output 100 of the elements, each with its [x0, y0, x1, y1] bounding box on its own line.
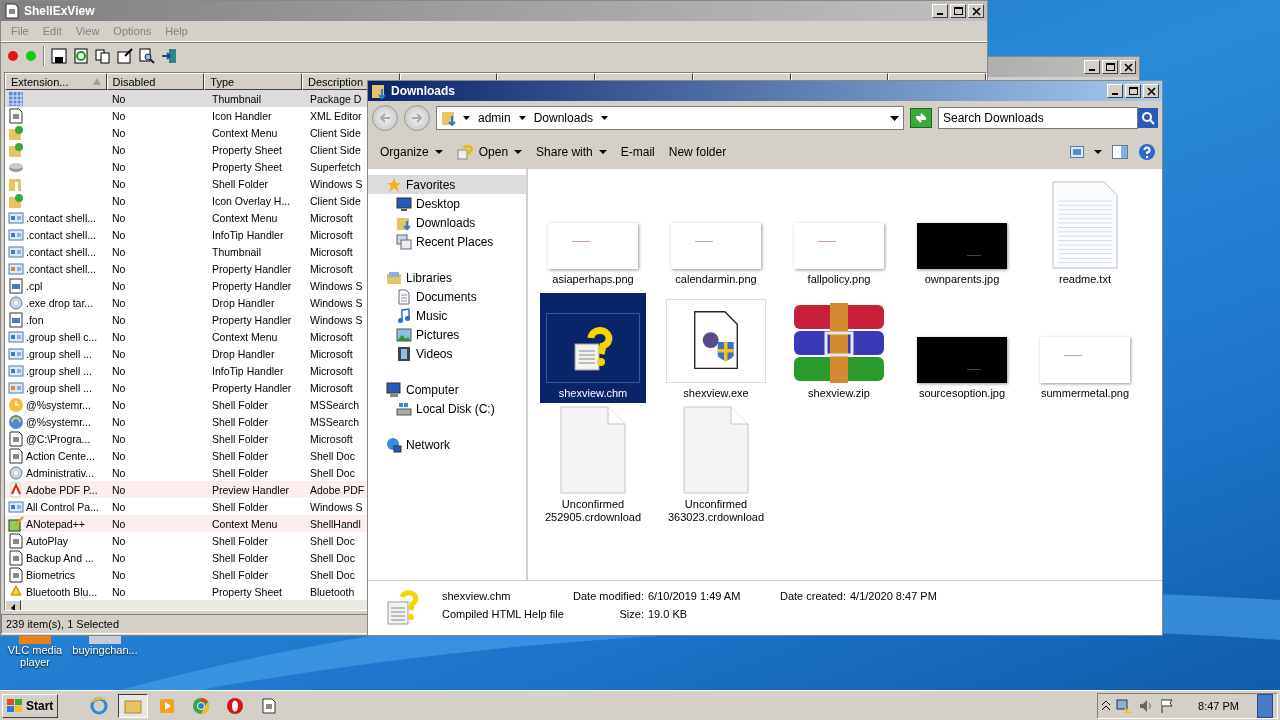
folder-item[interactable]: shexview.zip — [786, 293, 892, 403]
view-icon[interactable] — [1070, 146, 1084, 158]
search-icon[interactable] — [1141, 111, 1155, 125]
close-button[interactable] — [1143, 84, 1159, 98]
folder-item[interactable]: readme.txt — [1032, 179, 1138, 289]
clock[interactable]: 8:47 PM — [1180, 699, 1251, 712]
preview-pane-icon[interactable] — [1112, 145, 1128, 159]
column-header[interactable]: Extension... — [5, 73, 107, 90]
table-row[interactable]: No Icon Handler XML Editor — [5, 107, 367, 124]
nav-item[interactable]: Pictures — [368, 325, 526, 344]
toolbar-button[interactable]: E-mail — [614, 142, 661, 162]
table-row[interactable]: @C:\Progra... No Shell Folder Microsoft — [5, 430, 367, 447]
nav-item[interactable]: Recent Places — [368, 232, 526, 251]
table-row[interactable]: Backup And ... No Shell Folder Shell Doc — [5, 549, 367, 566]
folder-item[interactable]: calendarmin.png — [663, 179, 769, 289]
table-row[interactable]: .group shell ... No InfoTip Handler Microsoft — [5, 362, 367, 379]
nav-item[interactable]: Libraries — [368, 268, 526, 287]
table-row[interactable]: .contact shell... No Thumbnail Microsoft — [5, 243, 367, 260]
folder-item[interactable]: shexview.chm — [540, 293, 646, 403]
table-row[interactable]: @%systemr... No Shell Folder MSSearch — [5, 413, 367, 430]
caret-icon[interactable] — [463, 116, 470, 120]
table-row[interactable]: No Shell Folder Windows S — [5, 175, 367, 192]
start-button[interactable]: Start — [2, 693, 59, 718]
column-header[interactable]: Type — [204, 73, 302, 90]
caret-icon[interactable] — [1094, 150, 1102, 154]
folder-item[interactable]: asiaperhaps.png — [540, 179, 646, 289]
table-row[interactable]: Action Cente... No Shell Folder Shell Doc — [5, 447, 367, 464]
copy-icon[interactable] — [95, 48, 111, 64]
nav-item[interactable]: Network — [368, 435, 526, 454]
desktop-icon-label[interactable]: buyingchan... — [72, 644, 138, 656]
table-row[interactable]: No Property Sheet Superfetch — [5, 158, 367, 175]
folder-item[interactable]: summermetal.png — [1032, 293, 1138, 403]
minimize-button[interactable] — [1107, 84, 1123, 98]
nav-item[interactable]: Music — [368, 306, 526, 325]
refresh-button[interactable] — [910, 108, 932, 128]
dropdown-icon[interactable] — [890, 115, 899, 121]
document-icon — [8, 447, 24, 464]
table-cell: No — [112, 228, 126, 241]
table-cell: Shell Folder — [212, 177, 269, 190]
flag-icon[interactable] — [1160, 697, 1175, 714]
toolbar-button[interactable]: Share with — [530, 142, 613, 162]
folder-icon[interactable] — [118, 693, 149, 718]
folder-item[interactable]: sourcesoption.jpg — [909, 293, 1015, 403]
save-icon[interactable] — [51, 48, 67, 64]
table-cell: Shell Doc — [310, 551, 355, 564]
table-row[interactable]: .contact shell... No Property Handler Microsoft — [5, 260, 367, 277]
caret-icon[interactable] — [518, 116, 526, 120]
properties-icon[interactable] — [117, 48, 133, 64]
folder-item[interactable]: ownparents.jpg — [909, 179, 1015, 289]
folder-item[interactable]: Unconfirmed 363023.crdownload — [663, 407, 769, 527]
table-row[interactable]: ANotepad++ No Context Menu ShellHandl — [5, 515, 367, 532]
exit-icon[interactable] — [161, 48, 177, 64]
table-row[interactable]: No Property Sheet Client Side — [5, 141, 367, 158]
table-row[interactable]: No Thumbnail Package D — [5, 90, 367, 107]
table-row[interactable]: Administrativ... No Shell Folder Shell Doc — [5, 464, 367, 481]
table-row[interactable]: AutoPlay No Shell Folder Shell Doc — [5, 532, 367, 549]
breadcrumb-item[interactable]: Downloads — [531, 111, 596, 125]
table-row[interactable]: .group shell ... No Drop Handler Microsoft — [5, 345, 367, 362]
table-row[interactable]: @%systemr... No Shell Folder MSSearch — [5, 396, 367, 413]
nav-item[interactable]: Downloads — [368, 213, 526, 232]
nav-item[interactable]: Videos — [368, 344, 526, 363]
table-row[interactable]: Biometrics No Shell Folder Shell Doc — [5, 566, 367, 583]
desktop-icon-label[interactable]: VLC media player — [0, 644, 72, 668]
caret-icon[interactable] — [601, 116, 609, 120]
table-row[interactable]: .exe drop tar... No Drop Handler Windows S — [5, 294, 367, 311]
toolbar-button[interactable]: Organize — [374, 142, 449, 162]
toolbar-button[interactable]: New folder — [662, 142, 733, 162]
table-row[interactable]: .contact shell... No Context Menu Microsoft — [5, 209, 367, 226]
table-row[interactable]: No Icon Overlay H... Client Side — [5, 192, 367, 209]
refresh-icon[interactable] — [73, 48, 89, 64]
network-icon[interactable] — [1116, 697, 1133, 714]
table-row[interactable]: .group shell ... No Property Handler Microsoft — [5, 379, 367, 396]
nav-item[interactable]: Documents — [368, 287, 526, 306]
table-row[interactable]: .cpl No Property Handler Windows S — [5, 277, 367, 294]
table-row[interactable]: Adobe PDF P... No Preview Handler Adobe PDF — [5, 481, 367, 498]
nav-item[interactable]: Desktop — [368, 194, 526, 213]
disable-icon[interactable] — [7, 50, 19, 62]
table-row[interactable]: .group shell c... No Context Menu Microsoft — [5, 328, 367, 345]
toolbar-button[interactable]: Open — [450, 141, 529, 163]
network-icon — [386, 436, 402, 453]
nav-item[interactable]: Local Disk (C:) — [368, 399, 526, 418]
table-row[interactable]: .contact shell... No InfoTip Handler Microsoft — [5, 226, 367, 243]
nav-item[interactable]: Favorites — [368, 175, 526, 194]
search-icon[interactable] — [139, 48, 155, 64]
maximize-button[interactable] — [1125, 84, 1141, 98]
table-row[interactable]: No Context Menu Client Side — [5, 124, 367, 141]
table-row[interactable]: .fon No Property Handler Windows S — [5, 311, 367, 328]
show-hidden-icon[interactable] — [1102, 700, 1111, 711]
windows-logo-icon — [7, 698, 23, 713]
table-cell: .cpl — [26, 279, 43, 292]
help-icon[interactable] — [1138, 143, 1156, 161]
folder-item[interactable]: fallpolicy.png — [786, 179, 892, 289]
folder-item[interactable]: Unconfirmed 252905.crdownload — [540, 407, 646, 527]
breadcrumb-item[interactable]: admin — [476, 111, 513, 125]
search-field[interactable]: Search Downloads — [938, 107, 1138, 129]
column-header[interactable]: Disabled — [106, 73, 205, 90]
nav-item[interactable]: Computer — [368, 380, 526, 399]
table-row[interactable]: Bluetooth Blu... No Property Sheet Bluetooth — [5, 583, 367, 600]
table-row[interactable]: All Control Pa... No Shell Folder Windows S — [5, 498, 367, 515]
address-bar[interactable]: admin Downloads — [436, 106, 904, 130]
